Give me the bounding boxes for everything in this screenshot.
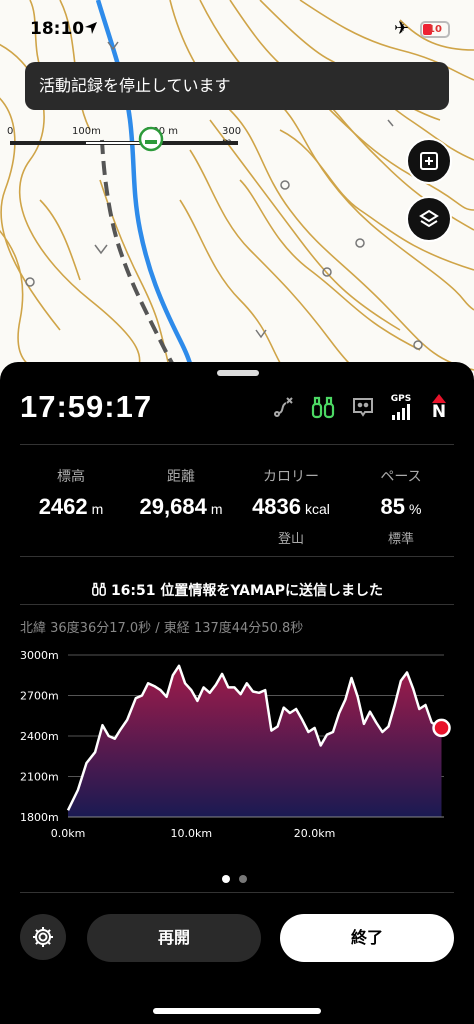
chat-icon (353, 398, 373, 417)
coordinates: 北緯 36度36分17.0秒 / 東経 137度44分50.8秒 (20, 621, 304, 636)
y-tick-label: 2400m (20, 730, 59, 743)
stat-label: 距離 (167, 469, 195, 485)
x-tick-label: 0.0km (51, 827, 86, 840)
compass-label: N (431, 401, 447, 422)
stat-value: 29,684 (139, 494, 207, 519)
finish-button[interactable]: 終了 (280, 914, 454, 962)
stat-label: ペース (380, 469, 422, 485)
activity-panel: 17:59:17 GPS N 標高 2462 m 距離 29,684 m カロリ… (0, 362, 474, 1024)
gps-label: GPS (390, 394, 412, 404)
stat-distance: 距離 29,684 m (122, 466, 240, 528)
battery-indicator: 10 (420, 21, 450, 38)
battery-level: 10 (428, 24, 442, 35)
binoculars-icon (311, 396, 335, 419)
map-view[interactable]: 18:10 ✈ 10 活動記録を停止しています 0 100m 200 m 300… (0, 0, 474, 380)
gps-status[interactable]: GPS (388, 392, 414, 422)
scale-label-0: 0 (7, 126, 14, 137)
y-tick-label: 2700m (20, 690, 59, 703)
stat-unit: m (210, 501, 223, 517)
layers-icon (419, 209, 439, 228)
layers-button[interactable] (406, 196, 452, 242)
binoculars-button[interactable] (308, 392, 338, 422)
stat-value: 4836 (252, 494, 302, 519)
sent-text: 16:51 位置情報をYAMAPに送信しました (110, 583, 384, 599)
page-dot[interactable] (239, 875, 247, 883)
current-location-icon (138, 126, 164, 152)
scale-label-100: 100m (72, 126, 101, 137)
divider (20, 892, 454, 893)
settings-button[interactable] (20, 914, 66, 960)
elevation-chart[interactable]: 3000m 2700m 2400m 2100m 1800m 0.0km 10.0km 20.0… (0, 638, 474, 848)
gps-signal-icon (392, 404, 410, 420)
route-icon (274, 397, 293, 417)
stat-value: 2462 (38, 494, 88, 519)
location-arrow-icon (85, 22, 97, 34)
y-tick-label: 2100m (20, 771, 59, 784)
stat-sub: 登山 (277, 532, 304, 547)
toast-message: 活動記録を停止しています (25, 62, 449, 110)
drag-handle[interactable] (217, 370, 259, 376)
stat-pace: ペース 85% 標準 (342, 466, 460, 547)
status-bar: 18:10 ✈ 10 (0, 0, 474, 56)
stat-label: カロリー (263, 469, 319, 485)
stat-calories: カロリー 4836 kcal 登山 (232, 466, 350, 547)
map-scale-bar: 0 100m 200 m 300 m (0, 122, 250, 162)
page-indicator[interactable] (222, 868, 256, 887)
x-tick-label: 20.0km (294, 827, 336, 840)
resume-button[interactable]: 再開 (87, 914, 261, 962)
location-sent-message: 16:51 位置情報をYAMAPに送信しました (0, 580, 474, 600)
gear-icon (33, 927, 53, 947)
expand-icon (420, 152, 438, 170)
elevation-area (68, 665, 442, 817)
y-tick-label: 3000m (20, 649, 59, 662)
stat-value: 85 (380, 494, 406, 519)
stat-elevation: 標高 2462 m (12, 466, 130, 528)
stat-unit: % (409, 501, 422, 517)
x-tick-label: 10.0km (170, 827, 212, 840)
binoculars-icon (92, 582, 106, 596)
stat-label: 標高 (57, 469, 85, 485)
airplane-icon: ✈ (394, 18, 410, 39)
elapsed-time: 17:59:17 (20, 389, 153, 424)
status-time: 18:10 (30, 19, 85, 39)
route-button[interactable] (270, 392, 298, 422)
home-indicator[interactable] (153, 1008, 321, 1014)
page-dot[interactable] (222, 875, 230, 883)
stat-sub: 標準 (387, 532, 414, 547)
divider (20, 604, 454, 605)
divider (20, 556, 454, 557)
compass-button[interactable]: N (426, 392, 452, 422)
current-position-marker (432, 718, 451, 738)
expand-button[interactable] (406, 138, 452, 184)
stat-unit: kcal (305, 501, 330, 517)
divider (20, 444, 454, 445)
chat-button[interactable] (349, 392, 377, 422)
y-tick-label: 1800m (20, 811, 59, 824)
stat-unit: m (91, 501, 104, 517)
topographic-map (0, 0, 474, 380)
